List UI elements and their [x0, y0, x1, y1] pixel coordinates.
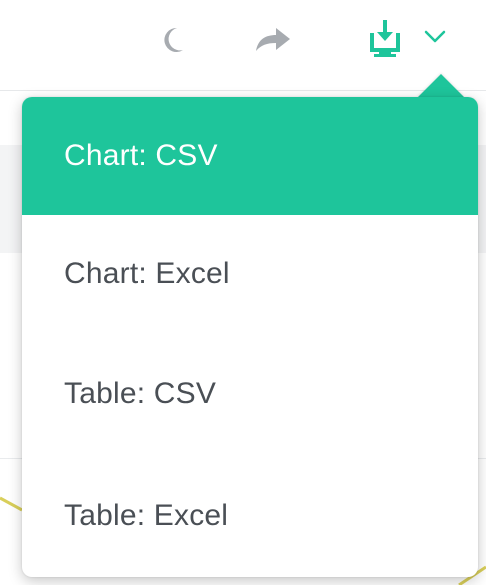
chart-toolbar: [0, 0, 486, 80]
menu-item-label: Table: Excel: [64, 499, 229, 532]
menu-item-label: Chart: Excel: [64, 257, 230, 290]
page: Chart: CSV Chart: Excel Table: CSV Table…: [0, 0, 486, 585]
menu-item-table-csv[interactable]: Table: CSV: [22, 335, 478, 453]
chevron-down-icon[interactable]: [420, 22, 450, 52]
menu-item-label: Chart: CSV: [64, 139, 218, 172]
moon-icon[interactable]: [152, 20, 192, 60]
menu-item-chart-csv[interactable]: Chart: CSV: [22, 97, 478, 215]
menu-item-table-excel[interactable]: Table: Excel: [22, 457, 478, 575]
menu-item-chart-excel[interactable]: Chart: Excel: [22, 215, 478, 333]
share-arrow-icon[interactable]: [250, 20, 294, 60]
download-dropdown-menu: Chart: CSV Chart: Excel Table: CSV Table…: [22, 97, 478, 577]
dropdown-caret: [417, 74, 465, 98]
download-icon[interactable]: [360, 16, 410, 60]
menu-item-label: Table: CSV: [64, 377, 217, 410]
header-divider: [0, 90, 486, 91]
